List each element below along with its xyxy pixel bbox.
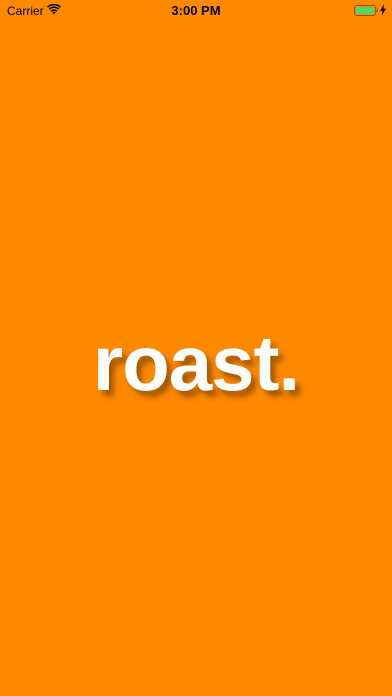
battery-icon [354, 5, 378, 16]
splash-screen: Carrier 3:00 PM roast. [0, 0, 392, 696]
status-bar: Carrier 3:00 PM [0, 0, 392, 22]
app-logo: roast. [92, 319, 300, 407]
charging-icon [380, 4, 386, 16]
status-time: 3:00 PM [171, 3, 221, 18]
